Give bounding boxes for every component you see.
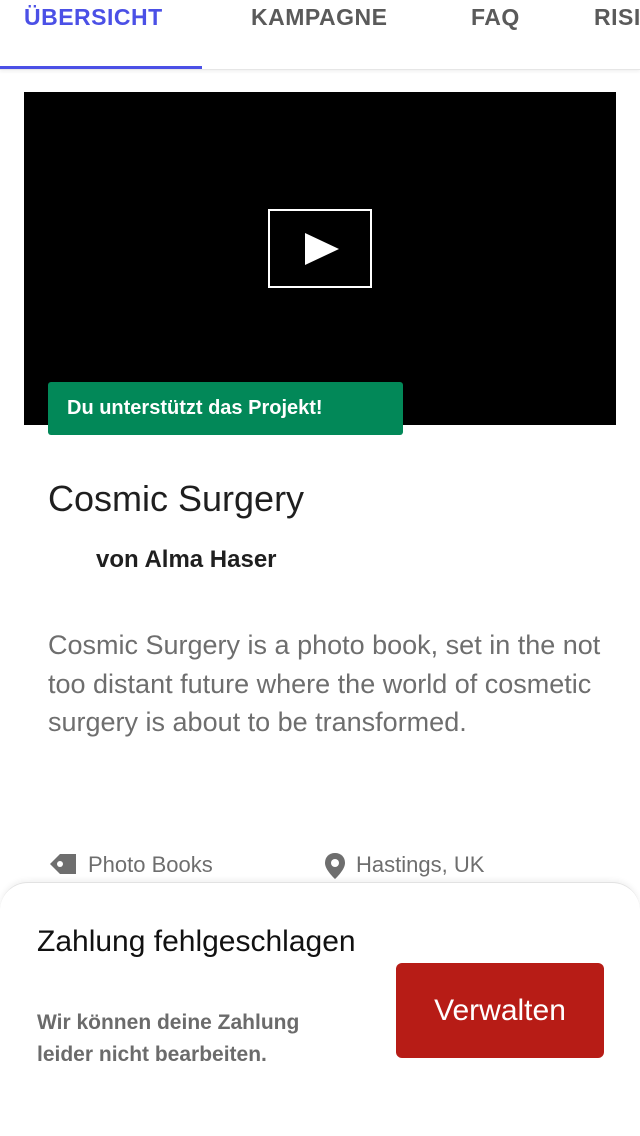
tab-campaign[interactable]: KAMPAGNE	[251, 0, 387, 69]
creator-byline[interactable]: von Alma Haser	[96, 546, 277, 574]
tab-bar: ÜBERSICHT KAMPAGNE FAQ RISIKEN	[0, 0, 640, 70]
play-button[interactable]	[268, 209, 372, 288]
payment-failed-sheet: Zahlung fehlgeschlagen Wir können deine …	[0, 882, 640, 1136]
project-description: Cosmic Surgery is a photo book, set in t…	[48, 630, 601, 737]
tag-icon	[48, 852, 78, 882]
location-label: Hastings, UK	[356, 852, 485, 877]
location-pin-icon	[324, 852, 346, 886]
category-tag[interactable]: Photo Books	[48, 852, 213, 882]
location-tag[interactable]: Hastings, UK	[324, 852, 484, 882]
tab-faq[interactable]: FAQ	[471, 0, 520, 69]
creator-avatar[interactable]	[48, 542, 84, 578]
project-title: Cosmic Surgery	[48, 478, 305, 519]
sheet-title: Zahlung fehlgeschlagen	[37, 925, 356, 958]
active-tab-indicator	[0, 66, 202, 69]
tab-overview[interactable]: ÜBERSICHT	[24, 0, 163, 69]
project-video[interactable]	[24, 92, 616, 425]
sheet-message: Wir können deine Zahlung leider nicht be…	[37, 1011, 300, 1066]
manage-button[interactable]: Verwalten	[396, 963, 604, 1058]
tab-risks[interactable]: RISIKEN	[594, 0, 640, 69]
category-label: Photo Books	[88, 852, 213, 877]
backer-badge: Du unterstützt das Projekt!	[48, 382, 403, 435]
play-icon	[305, 233, 339, 265]
